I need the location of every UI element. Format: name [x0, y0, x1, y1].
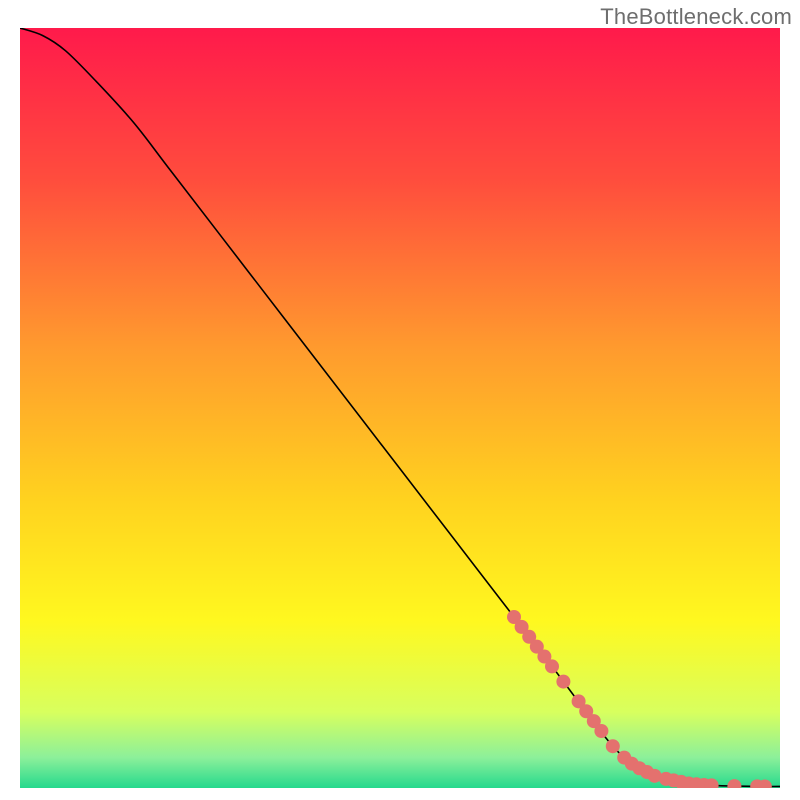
plot-area	[20, 28, 780, 788]
background-gradient	[20, 28, 780, 788]
data-marker	[545, 659, 559, 673]
chart-svg	[20, 28, 780, 788]
data-marker	[606, 739, 620, 753]
chart-stage: TheBottleneck.com	[0, 0, 800, 800]
watermark-text: TheBottleneck.com	[600, 4, 792, 30]
data-marker	[556, 675, 570, 689]
data-marker	[594, 724, 608, 738]
